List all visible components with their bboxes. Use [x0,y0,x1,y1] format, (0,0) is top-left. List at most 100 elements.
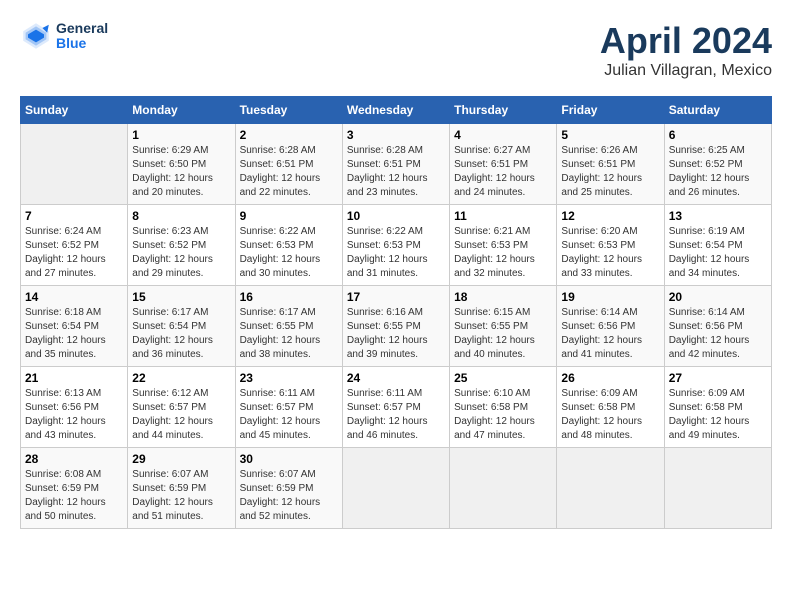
day-of-week-header: Monday [128,97,235,124]
day-number: 10 [347,209,445,223]
calendar-cell: 19 Sunrise: 6:14 AM Sunset: 6:56 PM Dayli… [557,286,664,367]
day-number: 22 [132,371,230,385]
day-info: Sunrise: 6:14 AM Sunset: 6:56 PM Dayligh… [669,306,767,362]
day-number: 29 [132,452,230,466]
calendar-cell: 22Sunrise: 6:12 AM Sunset: 6:57 PM Dayli… [128,367,235,448]
calendar-cell: 20Sunrise: 6:14 AM Sunset: 6:56 PM Dayli… [664,286,771,367]
day-info: Sunrise: 6:19 AM Sunset: 6:54 PM Dayligh… [669,225,767,281]
calendar-week-row: 1 Sunrise: 6:29 AM Sunset: 6:50 PM Daylig… [21,124,772,205]
calendar-cell [664,448,771,529]
day-number: 14 [25,290,123,304]
day-info: Sunrise: 6:28 AM Sunset: 6:51 PM Dayligh… [347,144,445,200]
day-number: 1 [132,128,230,142]
calendar-cell: 29 Sunrise: 6:07 AM Sunset: 6:59 PM Dayli… [128,448,235,529]
day-info: Sunrise: 6:24 AM Sunset: 6:52 PM Dayligh… [25,225,123,281]
day-info: Sunrise: 6:18 AM Sunset: 6:54 PM Dayligh… [25,306,123,362]
day-number: 21 [25,371,123,385]
day-number: 12 [561,209,659,223]
day-info: Sunrise: 6:07 AM Sunset: 6:59 PM Dayligh… [132,468,230,524]
calendar-cell [450,448,557,529]
day-number: 23 [240,371,338,385]
day-number: 27 [669,371,767,385]
day-number: 30 [240,452,338,466]
day-info: Sunrise: 6:17 AM Sunset: 6:54 PM Dayligh… [132,306,230,362]
calendar-cell: 27 Sunrise: 6:09 AM Sunset: 6:58 PM Dayli… [664,367,771,448]
calendar-cell: 5 Sunrise: 6:26 AM Sunset: 6:51 PM Daylig… [557,124,664,205]
day-info: Sunrise: 6:25 AM Sunset: 6:52 PM Dayligh… [669,144,767,200]
logo-icon [20,20,52,52]
calendar-cell: 17Sunrise: 6:16 AM Sunset: 6:55 PM Dayli… [342,286,449,367]
calendar-cell: 9Sunrise: 6:22 AM Sunset: 6:53 PM Daylig… [235,205,342,286]
day-number: 15 [132,290,230,304]
calendar-cell: 12Sunrise: 6:20 AM Sunset: 6:53 PM Dayli… [557,205,664,286]
day-number: 3 [347,128,445,142]
day-number: 4 [454,128,552,142]
calendar-cell [21,124,128,205]
page-header: General Blue April 2024 Julian Villagran… [20,20,772,80]
day-info: Sunrise: 6:07 AM Sunset: 6:59 PM Dayligh… [240,468,338,524]
day-info: Sunrise: 6:14 AM Sunset: 6:56 PM Dayligh… [561,306,659,362]
day-info: Sunrise: 6:13 AM Sunset: 6:56 PM Dayligh… [25,387,123,443]
calendar-table: SundayMondayTuesdayWednesdayThursdayFrid… [20,96,772,529]
day-number: 25 [454,371,552,385]
calendar-week-row: 7 Sunrise: 6:24 AM Sunset: 6:52 PM Daylig… [21,205,772,286]
day-info: Sunrise: 6:10 AM Sunset: 6:58 PM Dayligh… [454,387,552,443]
calendar-cell: 28 Sunrise: 6:08 AM Sunset: 6:59 PM Dayli… [21,448,128,529]
calendar-header: SundayMondayTuesdayWednesdayThursdayFrid… [21,97,772,124]
calendar-cell: 25 Sunrise: 6:10 AM Sunset: 6:58 PM Dayli… [450,367,557,448]
calendar-week-row: 28 Sunrise: 6:08 AM Sunset: 6:59 PM Dayli… [21,448,772,529]
day-info: Sunrise: 6:11 AM Sunset: 6:57 PM Dayligh… [347,387,445,443]
calendar-cell: 13Sunrise: 6:19 AM Sunset: 6:54 PM Dayli… [664,205,771,286]
day-info: Sunrise: 6:28 AM Sunset: 6:51 PM Dayligh… [240,144,338,200]
day-number: 19 [561,290,659,304]
day-number: 18 [454,290,552,304]
day-number: 7 [25,209,123,223]
day-number: 6 [669,128,767,142]
day-info: Sunrise: 6:23 AM Sunset: 6:52 PM Dayligh… [132,225,230,281]
calendar-cell: 4 Sunrise: 6:27 AM Sunset: 6:51 PM Daylig… [450,124,557,205]
day-info: Sunrise: 6:22 AM Sunset: 6:53 PM Dayligh… [347,225,445,281]
day-info: Sunrise: 6:09 AM Sunset: 6:58 PM Dayligh… [669,387,767,443]
calendar-cell: 2 Sunrise: 6:28 AM Sunset: 6:51 PM Daylig… [235,124,342,205]
day-of-week-header: Thursday [450,97,557,124]
calendar-cell: 7 Sunrise: 6:24 AM Sunset: 6:52 PM Daylig… [21,205,128,286]
day-of-week-header: Sunday [21,97,128,124]
day-info: Sunrise: 6:27 AM Sunset: 6:51 PM Dayligh… [454,144,552,200]
logo: General Blue [20,20,108,52]
day-info: Sunrise: 6:26 AM Sunset: 6:51 PM Dayligh… [561,144,659,200]
day-info: Sunrise: 6:11 AM Sunset: 6:57 PM Dayligh… [240,387,338,443]
day-info: Sunrise: 6:21 AM Sunset: 6:53 PM Dayligh… [454,225,552,281]
day-number: 8 [132,209,230,223]
day-of-week-header: Saturday [664,97,771,124]
day-info: Sunrise: 6:22 AM Sunset: 6:53 PM Dayligh… [240,225,338,281]
day-of-week-header: Wednesday [342,97,449,124]
calendar-cell: 8 Sunrise: 6:23 AM Sunset: 6:52 PM Daylig… [128,205,235,286]
day-of-week-header: Friday [557,97,664,124]
calendar-cell: 1 Sunrise: 6:29 AM Sunset: 6:50 PM Daylig… [128,124,235,205]
day-number: 16 [240,290,338,304]
calendar-cell: 11Sunrise: 6:21 AM Sunset: 6:53 PM Dayli… [450,205,557,286]
calendar-cell: 14 Sunrise: 6:18 AM Sunset: 6:54 PM Dayli… [21,286,128,367]
calendar-cell: 18Sunrise: 6:15 AM Sunset: 6:55 PM Dayli… [450,286,557,367]
day-info: Sunrise: 6:09 AM Sunset: 6:58 PM Dayligh… [561,387,659,443]
calendar-cell: 15 Sunrise: 6:17 AM Sunset: 6:54 PM Dayli… [128,286,235,367]
calendar-week-row: 21 Sunrise: 6:13 AM Sunset: 6:56 PM Dayli… [21,367,772,448]
day-number: 28 [25,452,123,466]
calendar-cell: 26 Sunrise: 6:09 AM Sunset: 6:58 PM Dayli… [557,367,664,448]
day-number: 26 [561,371,659,385]
calendar-cell: 6 Sunrise: 6:25 AM Sunset: 6:52 PM Daylig… [664,124,771,205]
calendar-cell [342,448,449,529]
day-number: 24 [347,371,445,385]
calendar-body: 1 Sunrise: 6:29 AM Sunset: 6:50 PM Daylig… [21,124,772,529]
day-of-week-header: Tuesday [235,97,342,124]
subtitle: Julian Villagran, Mexico [600,62,772,80]
calendar-cell: 10 Sunrise: 6:22 AM Sunset: 6:53 PM Dayli… [342,205,449,286]
main-title: April 2024 [600,20,772,62]
day-info: Sunrise: 6:08 AM Sunset: 6:59 PM Dayligh… [25,468,123,524]
day-info: Sunrise: 6:29 AM Sunset: 6:50 PM Dayligh… [132,144,230,200]
title-area: April 2024 Julian Villagran, Mexico [600,20,772,80]
day-number: 2 [240,128,338,142]
calendar-cell [557,448,664,529]
calendar-week-row: 14 Sunrise: 6:18 AM Sunset: 6:54 PM Dayli… [21,286,772,367]
day-number: 5 [561,128,659,142]
